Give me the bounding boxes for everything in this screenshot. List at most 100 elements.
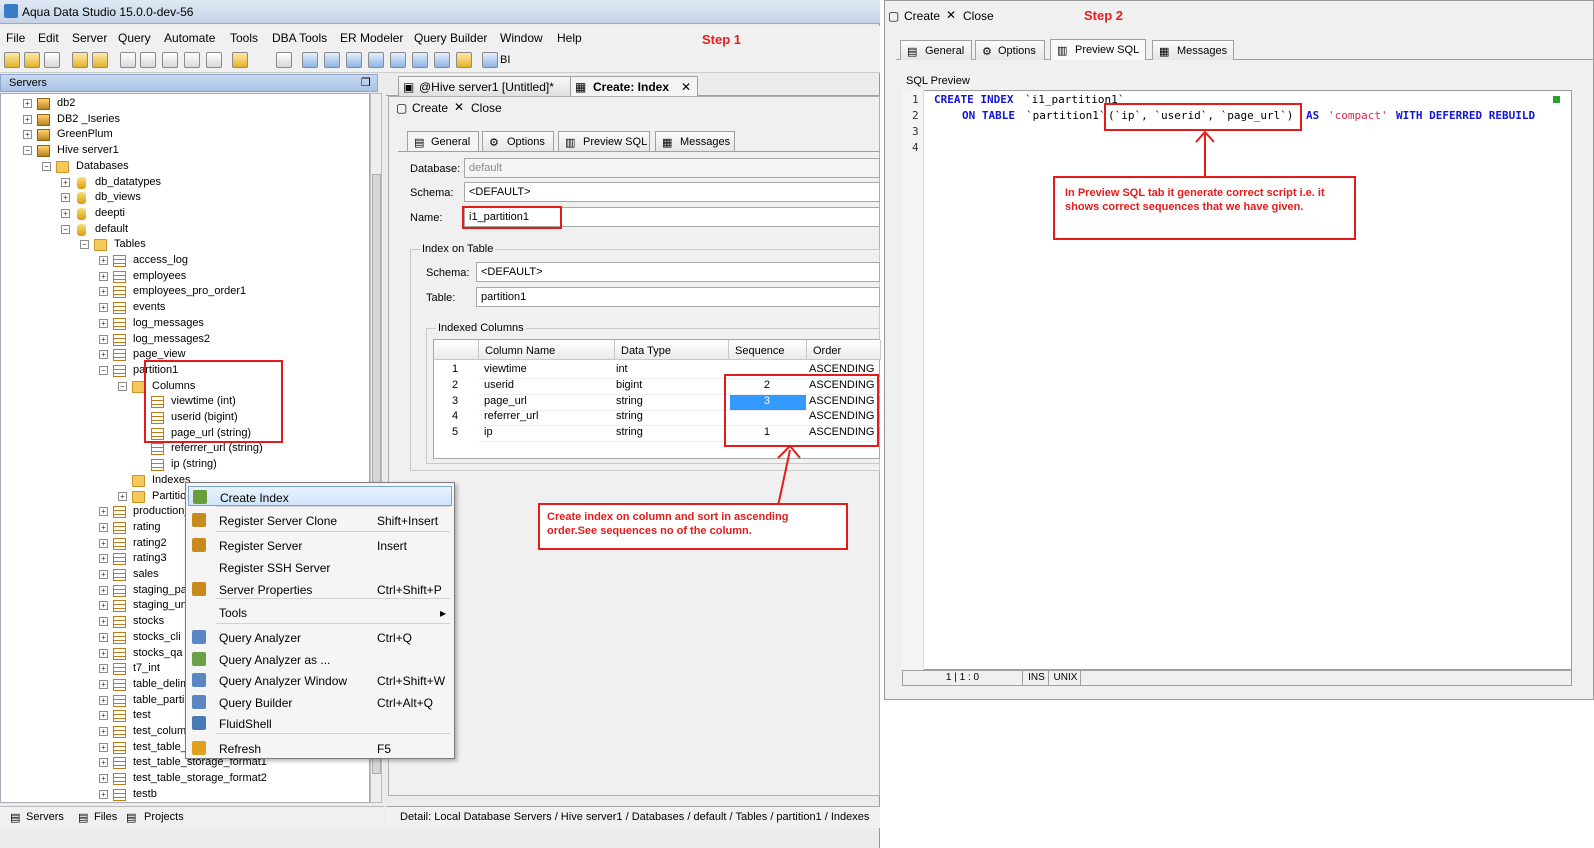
r-close-icon[interactable]: ✕ [946,8,956,22]
view8-icon[interactable] [456,52,472,68]
tree-node[interactable]: − Databases [1,159,369,175]
tree-node[interactable]: − Tables [1,237,369,253]
menu-window[interactable]: Window [500,31,543,45]
view3-icon[interactable] [346,52,362,68]
expand-icon[interactable]: + [99,334,108,344]
menu-automate[interactable]: Automate [164,31,215,45]
r-subtab-preview-sql[interactable]: ▥ Preview SQL [1050,39,1146,60]
connect-icon[interactable] [44,52,60,68]
expand-icon[interactable]: + [99,350,108,360]
expand-icon[interactable]: + [99,256,108,265]
tree-node[interactable]: + log_messages2 [1,332,369,348]
grid-data-type[interactable]: string [616,395,643,410]
expand-icon[interactable]: + [99,522,108,532]
expand-icon[interactable]: + [99,554,108,564]
expand-icon[interactable]: + [99,774,108,784]
menu-tools[interactable]: Tools [230,31,258,45]
expand-icon[interactable]: + [99,617,108,627]
context-menu-item[interactable]: Query Analyzer as ... [188,649,452,669]
tree-node[interactable]: + deepti [1,206,369,222]
table-schema-select[interactable]: <DEFAULT> [476,262,880,282]
tree-node[interactable]: + db_datatypes [1,175,369,191]
grid-header-data-type[interactable]: Data Type [615,340,729,360]
expand-icon[interactable]: + [99,585,108,595]
tree-node[interactable]: ip (string) [1,457,369,473]
menu-dba-tools[interactable]: DBA Tools [272,31,327,45]
expand-icon[interactable]: + [99,318,108,328]
expand-icon[interactable]: + [99,664,108,674]
expand-icon[interactable]: + [99,570,108,579]
tree-node[interactable]: + DB2 _Iseries [1,112,369,128]
expand-icon[interactable]: + [99,632,108,642]
tree-node[interactable]: + db_views [1,190,369,206]
table-select[interactable]: partition1 [476,287,880,307]
expand-icon[interactable]: + [61,208,70,218]
grid-data-type[interactable]: string [616,426,643,441]
menu-er-modeler[interactable]: ER Modeler [340,31,403,45]
expand-icon[interactable]: + [99,789,108,799]
menu-edit[interactable]: Edit [38,31,59,45]
subtab-general[interactable]: ▤ General [407,131,479,151]
tree-node[interactable]: referrer_url (string) [1,441,369,457]
expand-icon[interactable]: + [23,99,32,108]
collapse-icon[interactable]: − [80,240,89,250]
context-menu-item[interactable]: Tools ▸ [188,602,452,622]
context-menu-item[interactable]: Register SSH Server [188,557,452,577]
tab-projects[interactable]: Projects [144,811,184,823]
grid-column-name[interactable]: viewtime [484,363,527,378]
options-icon[interactable] [232,52,248,68]
grid-header-order[interactable]: Order [807,340,881,360]
tree-node[interactable]: + employees [1,269,369,285]
grid-column-name[interactable]: ip [484,426,493,441]
close-icon[interactable]: ✕ [454,100,464,114]
r-close-button[interactable]: Close [963,9,994,23]
expand-icon[interactable]: + [99,742,108,752]
expand-icon[interactable]: + [99,695,108,705]
query5-icon[interactable] [206,52,222,68]
subtab-preview-sql[interactable]: ▥ Preview SQL [558,131,650,151]
context-menu-item[interactable]: Query Analyzer Window Ctrl+Shift+W [188,670,452,690]
grid-column-name[interactable]: referrer_url [484,410,538,425]
tab-files[interactable]: Files [94,811,117,823]
grid-data-type[interactable]: int [616,363,628,378]
tab-hive-untitled[interactable]: ▣ @Hive server1 [Untitled]* [398,76,572,96]
view5-icon[interactable] [390,52,406,68]
create-button[interactable]: Create [412,101,448,115]
tree-node[interactable]: + GreenPlum [1,127,369,143]
tree-node[interactable]: − Hive server1 [1,143,369,159]
expand-icon[interactable]: + [23,114,32,124]
menu-file[interactable]: File [6,31,25,45]
collapse-icon[interactable]: − [99,365,108,375]
r-create-button[interactable]: Create [904,9,940,23]
context-menu-item[interactable]: Query Builder Ctrl+Alt+Q [188,692,452,712]
tree-node[interactable]: + db2 [1,96,369,112]
tree-node[interactable]: + log_messages [1,316,369,332]
expand-icon[interactable]: + [99,507,108,517]
expand-icon[interactable]: + [99,287,108,297]
expand-icon[interactable]: + [118,491,127,501]
tab-servers[interactable]: Servers [26,811,64,823]
collapse-icon[interactable]: − [23,146,32,156]
context-menu-item[interactable]: Query Analyzer Ctrl+Q [188,627,452,647]
subtab-messages[interactable]: ▦ Messages [655,131,735,151]
maximize-icon[interactable]: ❐ [361,76,371,89]
grid-header-column-name[interactable]: Column Name [479,340,615,360]
expand-icon[interactable]: + [99,711,108,721]
server-icon[interactable] [72,52,88,68]
view7-icon[interactable] [434,52,450,68]
query3-icon[interactable] [162,52,178,68]
menu-server[interactable]: Server [72,31,107,45]
grid-column-name[interactable]: page_url [484,395,527,410]
context-menu-item[interactable]: FluidShell [188,713,452,733]
query4-icon[interactable] [184,52,200,68]
r-subtab-general[interactable]: ▤ General [900,40,972,60]
r-subtab-messages[interactable]: ▦ Messages [1152,40,1234,60]
r-subtab-options[interactable]: ⚙ Options [975,40,1045,60]
expand-icon[interactable]: + [99,601,108,611]
expand-icon[interactable]: + [61,177,70,187]
expand-icon[interactable]: + [61,193,70,203]
menu-query-builder[interactable]: Query Builder [414,31,487,45]
tree-node[interactable]: + testb [1,787,369,802]
view1-icon[interactable] [302,52,318,68]
register-icon[interactable] [24,52,40,68]
